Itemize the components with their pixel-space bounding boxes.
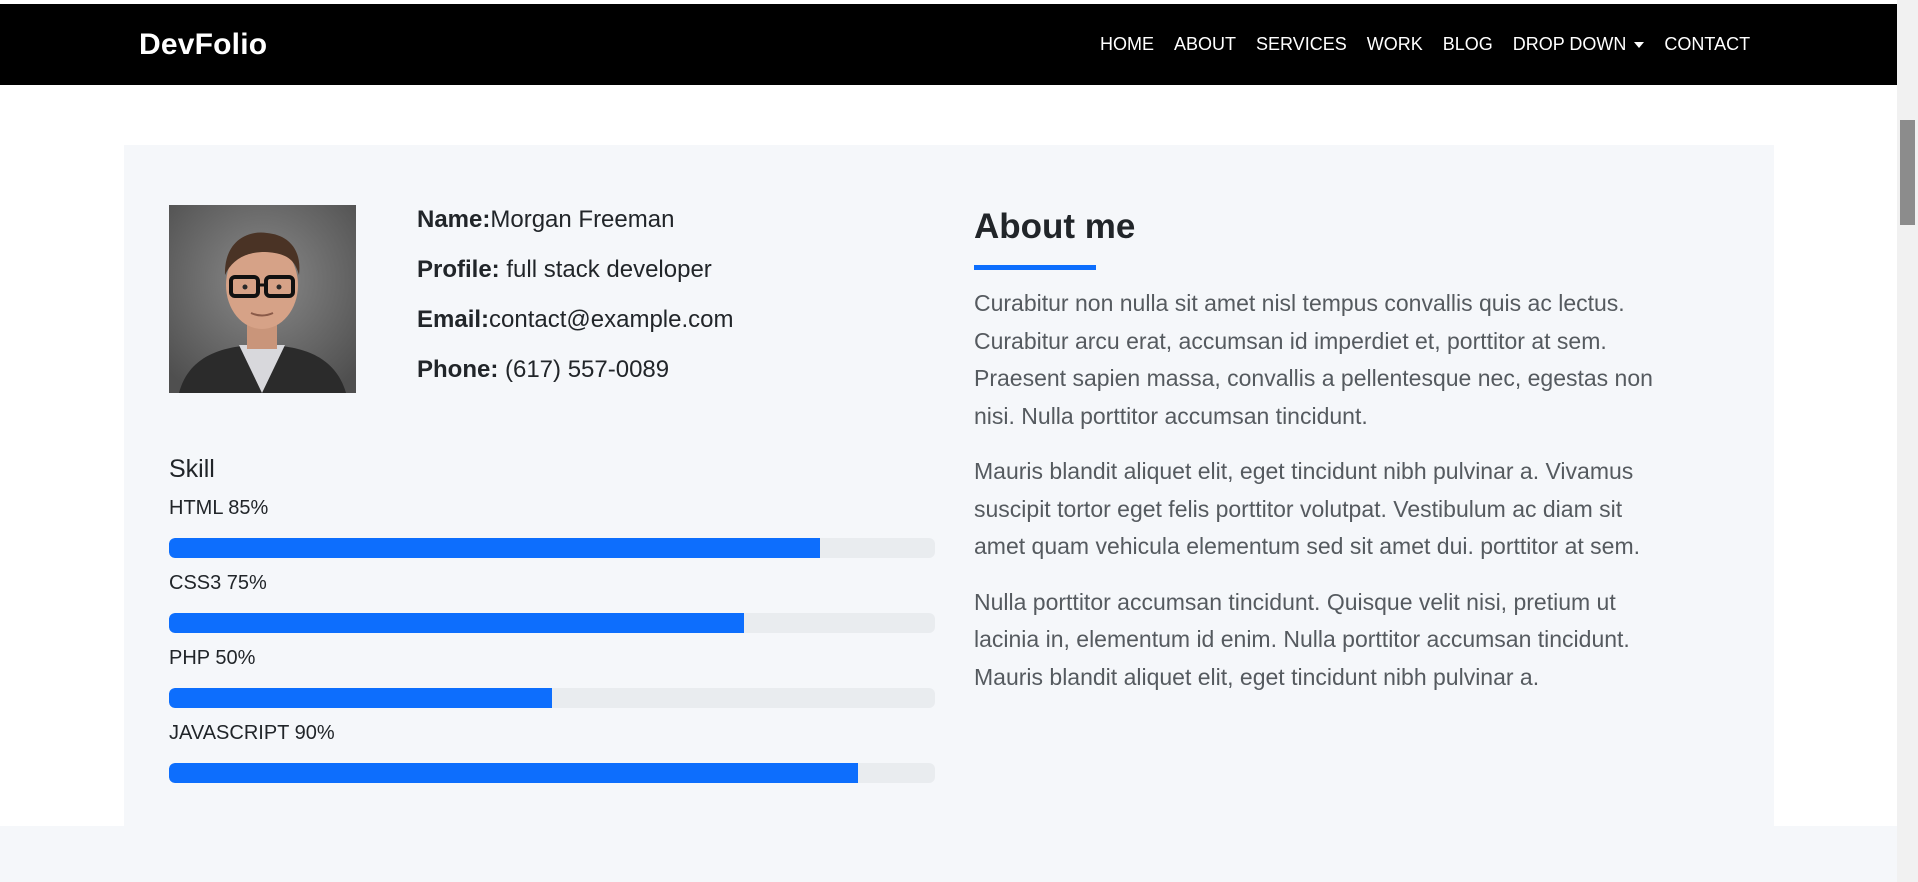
- name-label: Name:: [417, 206, 491, 233]
- nav-dropdown[interactable]: DROP DOWN: [1513, 34, 1645, 55]
- skill-label: HTML 85%: [169, 497, 269, 519]
- nav-about[interactable]: ABOUT: [1174, 34, 1236, 55]
- name-value: Morgan Freeman: [490, 206, 675, 233]
- progress-track: [169, 538, 935, 558]
- profile-photo-image: [169, 205, 356, 393]
- skill-label: PHP 50%: [169, 647, 256, 669]
- about-section: About me Curabitur non nulla sit amet ni…: [974, 205, 1654, 696]
- nav-dropdown-label: DROP DOWN: [1512, 34, 1627, 54]
- nav-home[interactable]: HOME: [1100, 34, 1154, 55]
- about-paragraph-3: Nulla porttitor accumsan tincidunt. Quis…: [974, 588, 1630, 690]
- profile-row: Profile: full stack developer: [417, 255, 734, 285]
- skill-label: JAVASCRIPT 90%: [169, 722, 335, 744]
- next-section-band: [0, 826, 1897, 882]
- progress-fill: [169, 613, 744, 633]
- about-card: Name:Morgan Freeman Profile: full stack …: [124, 145, 1774, 826]
- skill-php: PHP 50%: [169, 646, 935, 708]
- email-value: contact@example.com: [489, 306, 734, 333]
- progress-fill: [169, 763, 859, 783]
- profile-label: Profile:: [417, 256, 500, 283]
- phone-value: (617) 557-0089: [498, 356, 670, 383]
- phone-row: Phone: (617) 557-0089: [417, 355, 734, 385]
- progress-fill: [169, 538, 821, 558]
- brand-logo[interactable]: DevFolio: [139, 4, 267, 85]
- skill-css3: CSS3 75%: [169, 571, 935, 633]
- profile-photo: [169, 205, 356, 393]
- email-row: Email:contact@example.com: [417, 305, 734, 335]
- name-row: Name:Morgan Freeman: [417, 205, 734, 235]
- nav-work[interactable]: WORK: [1367, 34, 1423, 55]
- vertical-scrollbar[interactable]: [1897, 0, 1918, 882]
- scrollbar-thumb[interactable]: [1900, 120, 1915, 225]
- skill-label: CSS3 75%: [169, 572, 267, 594]
- skill-html: HTML 85%: [169, 496, 935, 558]
- caret-down-icon: [1634, 41, 1645, 48]
- skill-heading: Skill: [169, 455, 215, 483]
- email-label: Email:: [417, 306, 490, 333]
- nav-services[interactable]: SERVICES: [1256, 34, 1347, 55]
- nav-blog[interactable]: BLOG: [1443, 34, 1493, 55]
- profile-value: full stack developer: [499, 256, 712, 283]
- phone-label: Phone:: [417, 356, 499, 383]
- main-nav: HOME ABOUT SERVICES WORK BLOG DROP DOWN …: [1100, 4, 1750, 85]
- progress-track: [169, 613, 935, 633]
- contact-info: Name:Morgan Freeman Profile: full stack …: [417, 205, 734, 405]
- nav-contact[interactable]: CONTACT: [1664, 34, 1750, 55]
- top-navbar: DevFolio HOME ABOUT SERVICES WORK BLOG D…: [0, 4, 1897, 85]
- progress-fill: [169, 688, 552, 708]
- about-paragraph-2: Mauris blandit aliquet elit, eget tincid…: [974, 458, 1641, 559]
- progress-track: [169, 763, 935, 783]
- progress-track: [169, 688, 935, 708]
- about-paragraph-1: Curabitur non nulla sit amet nisl tempus…: [974, 290, 1653, 429]
- heading-underline: [974, 265, 1096, 270]
- about-heading: About me: [974, 207, 1136, 246]
- skill-javascript: JAVASCRIPT 90%: [169, 721, 935, 783]
